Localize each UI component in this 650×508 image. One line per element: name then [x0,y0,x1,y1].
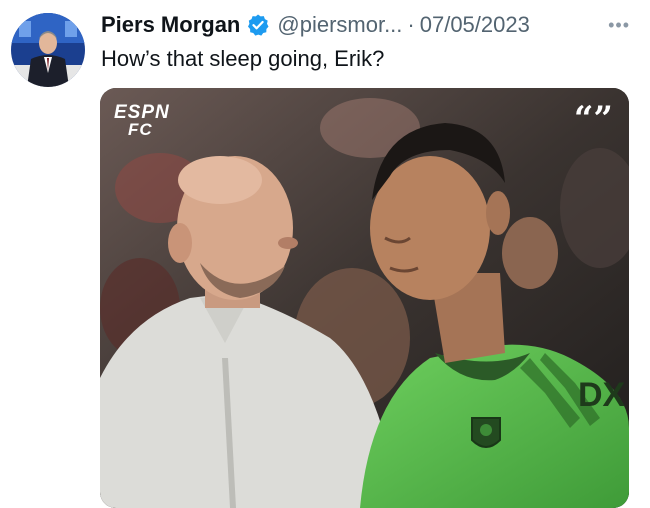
separator-dot: · [407,12,415,37]
tweet-header: Piers Morgan @piersmor... · 07/05/2023 •… [101,8,630,42]
author-handle[interactable]: @piersmor... [277,12,402,38]
svg-text:DX: DX [578,376,626,414]
verified-badge-icon [246,13,270,37]
author-avatar[interactable] [11,13,85,87]
photo-illustration: DX [100,88,629,508]
more-options-icon[interactable]: ••• [608,15,630,36]
logo-text-espn: ESPN [114,102,170,123]
espn-fc-logo: ESPN FC [114,102,170,139]
avatar-image [11,13,85,87]
tweet-text: How’s that sleep going, Erik? [101,46,385,71]
tweet-media-image[interactable]: DX ESPN FC “” [100,88,629,508]
quote-icon: “” [573,99,613,139]
author-name[interactable]: Piers Morgan [101,12,240,38]
tweet-date[interactable]: 07/05/2023 [420,12,530,38]
logo-text-fc: FC [128,120,153,139]
